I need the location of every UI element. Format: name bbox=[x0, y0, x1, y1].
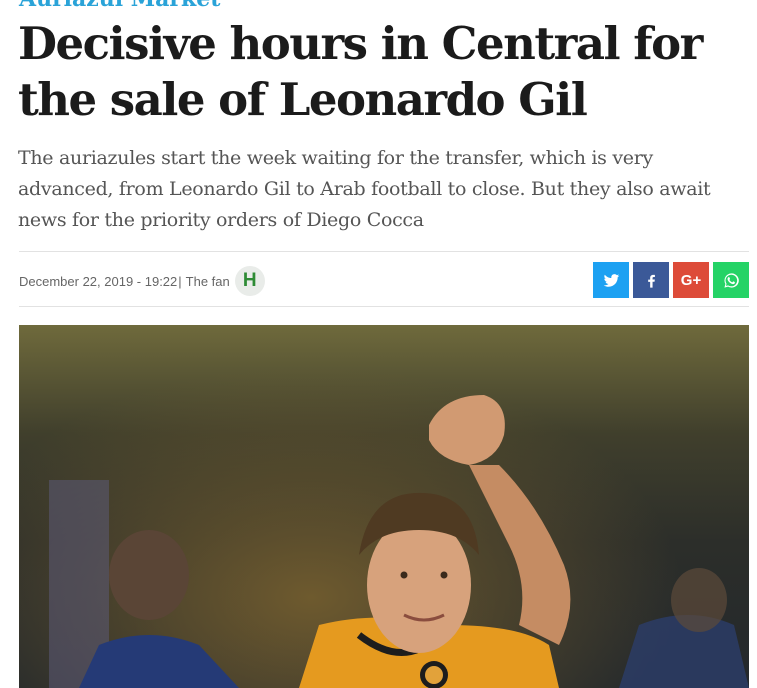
author-logo[interactable]: H bbox=[234, 266, 265, 296]
googleplus-icon: G+ bbox=[680, 271, 702, 289]
section-tag[interactable]: Auriazul Market bbox=[19, 0, 220, 12]
top-divider bbox=[19, 251, 749, 252]
twitter-icon bbox=[603, 273, 619, 287]
facebook-icon bbox=[647, 274, 655, 288]
share-bar: G+ bbox=[593, 262, 749, 298]
article-meta: December 22, 2019 - 19:22 | The fan H bbox=[19, 266, 265, 296]
meta-divider bbox=[19, 306, 749, 307]
share-twitter-button[interactable] bbox=[593, 262, 629, 298]
share-whatsapp-button[interactable] bbox=[713, 262, 749, 298]
whatsapp-icon bbox=[723, 272, 739, 288]
publish-date: December 22, 2019 - 19:22 bbox=[19, 273, 178, 289]
article-summary: The auriazules start the week waiting fo… bbox=[18, 147, 711, 231]
article-photo bbox=[19, 325, 749, 688]
author-name[interactable]: The fan bbox=[186, 274, 230, 289]
article-headline: Decisive hours in Central for the sale o… bbox=[18, 17, 703, 126]
meta-separator: | bbox=[178, 273, 182, 289]
share-googleplus-button[interactable]: G+ bbox=[673, 262, 709, 298]
share-facebook-button[interactable] bbox=[633, 262, 669, 298]
